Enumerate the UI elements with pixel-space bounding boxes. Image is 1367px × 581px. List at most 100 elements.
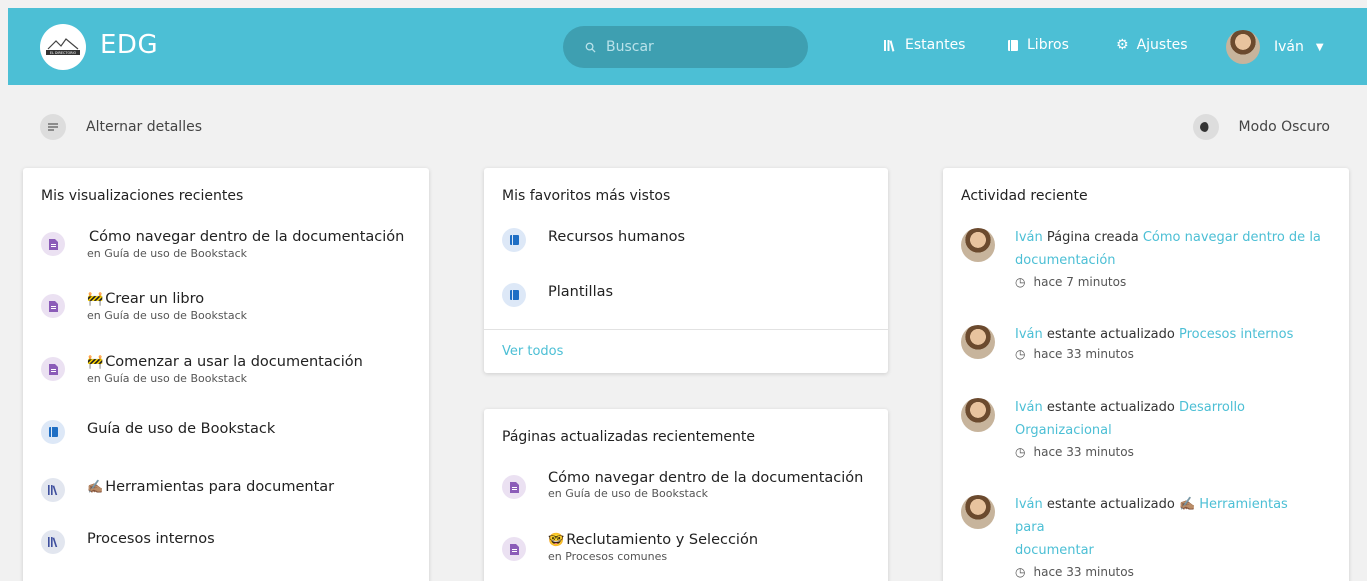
activity-target-link[interactable]: Desarrollo — [1179, 400, 1245, 415]
activity-target-link[interactable]: Organizacional — [1015, 423, 1112, 438]
list-item[interactable]: Cómo navegar dentro de la documentación … — [41, 228, 404, 260]
item-name: Cómo navegar dentro de la documentación — [548, 470, 864, 486]
page-icon — [502, 475, 526, 499]
nav-shelves-label: Estantes — [905, 37, 966, 53]
nav-settings[interactable]: ⚙ Ajustes — [1116, 37, 1188, 53]
user-avatar — [961, 228, 995, 262]
activity-time: hace 33 minutos — [1033, 347, 1134, 361]
clock-icon: ◷ — [1015, 565, 1026, 579]
activity-action: Página creada — [1046, 230, 1139, 245]
book-icon — [502, 283, 526, 307]
list-item[interactable]: ✍🏽 Herramientas para documentar — [41, 474, 334, 502]
recent-pages-title: Páginas actualizadas recientemente — [502, 429, 755, 445]
item-location: en Procesos comunes — [548, 550, 668, 563]
activity-title: Actividad reciente — [961, 188, 1088, 204]
item-name: Crear un libro — [105, 291, 205, 307]
activity-item: Iván estante actualizado ✍🏽 Herramientas… — [961, 493, 1321, 581]
svg-text:EL DIRECTORIO: EL DIRECTORIO — [50, 51, 77, 55]
toggle-details-button[interactable]: Alternar detalles — [40, 114, 202, 140]
item-location: en Guía de uso de Bookstack — [87, 247, 248, 260]
list-item[interactable]: 🚧 Comenzar a usar la documentación en Guí… — [41, 353, 363, 385]
nav-books[interactable]: Libros — [1007, 37, 1069, 53]
user-avatar — [961, 398, 995, 432]
toggle-details-label: Alternar detalles — [86, 119, 202, 135]
clock-icon: ◷ — [1015, 347, 1026, 361]
clock-icon: ◷ — [1015, 445, 1026, 459]
activity-action: estante actualizado — [1046, 497, 1175, 512]
item-location: en Guía de uso de Bookstack — [87, 309, 248, 322]
nav-shelves[interactable]: Estantes — [883, 37, 965, 53]
shelves-icon — [884, 39, 895, 52]
list-item[interactable]: 🤓 Reclutamiento y Selección en Procesos c… — [502, 531, 758, 563]
shelves-icon — [41, 478, 65, 502]
activity-time: hace 33 minutos — [1033, 565, 1134, 579]
user-avatar — [961, 325, 995, 359]
construction-emoji: 🚧 — [87, 292, 104, 307]
dark-mode-button[interactable]: Modo Oscuro — [1192, 114, 1330, 140]
list-item[interactable]: Procesos internos — [41, 526, 215, 554]
activity-action: estante actualizado — [1046, 400, 1175, 415]
activity-time: hace 7 minutos — [1033, 275, 1127, 289]
item-name: Cómo navegar dentro de la documentación — [89, 229, 405, 245]
moon-icon — [1192, 114, 1219, 140]
dark-mode-label: Modo Oscuro — [1238, 119, 1330, 135]
item-name: Reclutamiento y Selección — [566, 532, 759, 548]
user-avatar — [1226, 30, 1260, 64]
user-name: Iván — [1274, 39, 1304, 55]
favorites-card: Mis favoritos más vistos Recursos humano… — [484, 168, 888, 373]
page-icon — [41, 357, 65, 381]
activity-target-link[interactable]: documentar — [1015, 543, 1094, 558]
chevron-down-icon: ▼ — [1315, 41, 1324, 53]
activity-user-link[interactable]: Iván — [1015, 497, 1043, 512]
recent-views-title: Mis visualizaciones recientes — [41, 188, 244, 204]
search-icon — [585, 42, 596, 53]
recent-views-card: Mis visualizaciones recientes Cómo naveg… — [23, 168, 429, 581]
logo[interactable]: EL DIRECTORIO — [40, 24, 86, 70]
item-location: en Guía de uso de Bookstack — [548, 487, 709, 500]
item-name: Comenzar a usar la documentación — [105, 354, 363, 370]
nav-books-label: Libros — [1027, 37, 1069, 53]
item-name: Recursos humanos — [548, 229, 686, 245]
book-icon — [41, 420, 65, 444]
activity-item: Iván estante actualizado Desarrollo Orga… — [961, 396, 1321, 462]
search-bar[interactable] — [563, 26, 808, 68]
activity-time: hace 33 minutos — [1033, 445, 1134, 459]
activity-target-link[interactable]: Cómo navegar dentro de la — [1143, 230, 1321, 245]
logo-mountain-icon: EL DIRECTORIO — [46, 38, 80, 55]
book-icon — [1008, 39, 1018, 51]
user-menu[interactable]: Iván ▼ — [1226, 30, 1324, 64]
toggle-details-icon — [40, 114, 66, 140]
item-name: Herramientas para documentar — [105, 479, 335, 495]
activity-item: Iván estante actualizado Procesos intern… — [961, 323, 1321, 364]
list-item[interactable]: 🚧 Crear un libro en Guía de uso de Bookst… — [41, 290, 247, 322]
nav-settings-label: Ajustes — [1136, 37, 1188, 53]
clock-icon: ◷ — [1015, 275, 1026, 289]
activity-user-link[interactable]: Iván — [1015, 400, 1043, 415]
book-icon — [502, 228, 526, 252]
app-name[interactable]: EDG — [100, 30, 158, 60]
activity-target-link[interactable]: documentación — [1015, 253, 1116, 268]
user-avatar — [961, 495, 995, 529]
see-all-link[interactable]: Ver todos — [502, 344, 563, 359]
item-name: Plantillas — [548, 284, 614, 300]
activity-user-link[interactable]: Iván — [1015, 327, 1043, 342]
activity-user-link[interactable]: Iván — [1015, 230, 1043, 245]
page-icon — [41, 232, 65, 256]
activity-card: Actividad reciente Iván Página creada Có… — [943, 168, 1349, 581]
nerd-face-emoji: 🤓 — [548, 533, 565, 548]
list-item[interactable]: Plantillas — [502, 283, 613, 307]
item-name: Procesos internos — [87, 531, 215, 547]
recent-pages-card: Páginas actualizadas recientemente Cómo … — [484, 409, 888, 581]
list-item[interactable]: Guía de uso de Bookstack — [41, 416, 275, 444]
activity-target-link[interactable]: Procesos internos — [1179, 327, 1293, 342]
item-name: Guía de uso de Bookstack — [87, 421, 276, 437]
search-input[interactable] — [606, 39, 786, 55]
list-item[interactable]: Recursos humanos — [502, 228, 685, 252]
list-item[interactable]: Cómo navegar dentro de la documentación … — [502, 469, 863, 500]
page-icon — [41, 294, 65, 318]
activity-action: estante actualizado — [1046, 327, 1175, 342]
item-location: en Guía de uso de Bookstack — [87, 372, 248, 385]
writing-hand-emoji: ✍🏽 — [87, 480, 104, 495]
shelves-icon — [41, 530, 65, 554]
construction-emoji: 🚧 — [87, 355, 104, 370]
